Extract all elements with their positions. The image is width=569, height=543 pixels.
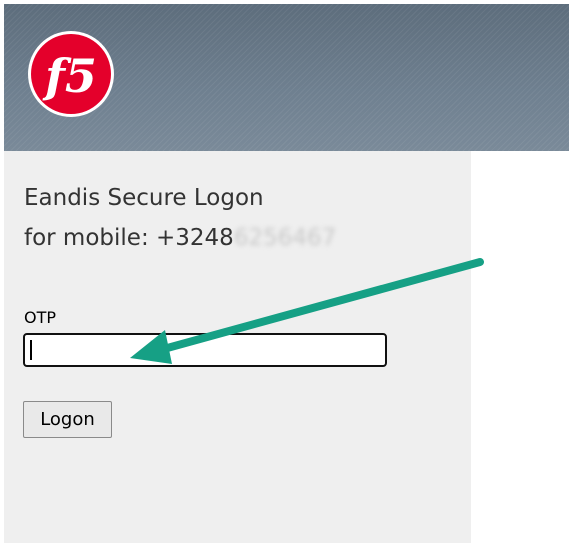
f5-logo: f5 xyxy=(28,31,114,117)
f5-logo-text: f5 xyxy=(42,49,97,103)
mobile-number-prefix: for mobile: +3248 xyxy=(24,225,234,251)
logon-title: Eandis Secure Logon xyxy=(24,185,264,211)
otp-label: OTP xyxy=(24,308,57,327)
mobile-number-blurred: 6256467 xyxy=(233,225,337,251)
text-caret xyxy=(30,340,32,360)
page: f5 Eandis Secure Logon for mobile: +3248… xyxy=(0,0,569,543)
otp-input[interactable] xyxy=(23,333,387,367)
mobile-number-line: for mobile: +32486256467 xyxy=(24,225,336,251)
logon-button[interactable]: Logon xyxy=(23,401,112,438)
